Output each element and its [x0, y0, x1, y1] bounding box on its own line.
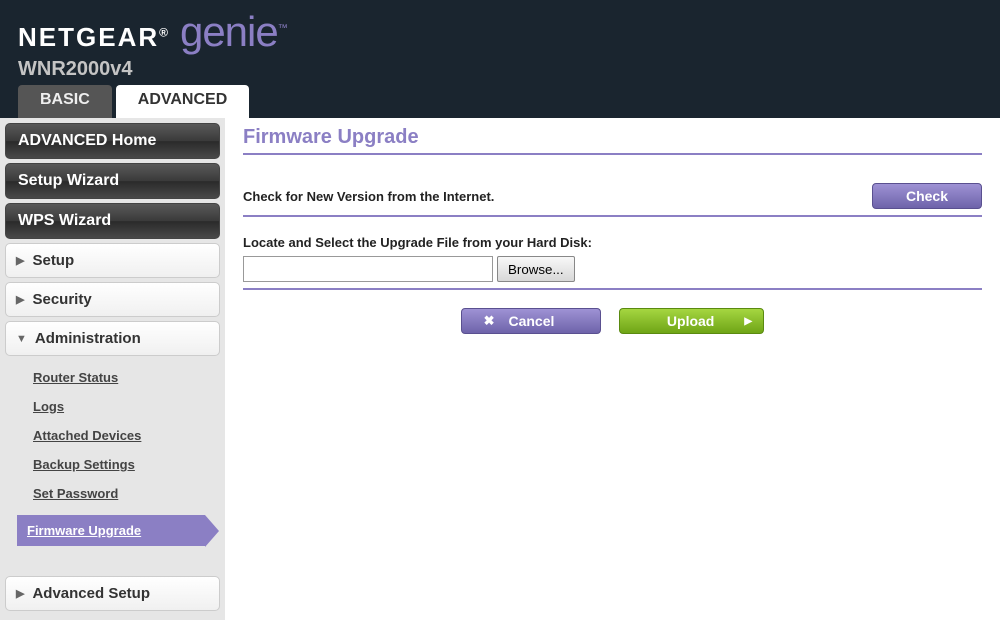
file-select-row: Browse...: [243, 256, 982, 282]
sidebar: ADVANCED Home Setup Wizard WPS Wizard ▶ …: [0, 118, 225, 620]
cancel-button-label: Cancel: [508, 313, 554, 329]
subnav-logs[interactable]: Logs: [33, 399, 220, 414]
subnav-firmware-upgrade[interactable]: Firmware Upgrade: [17, 515, 205, 546]
file-path-input[interactable]: [243, 256, 493, 282]
arrow-right-icon: ▶: [744, 316, 752, 327]
main-tabs: BASIC ADVANCED: [18, 85, 982, 118]
nav-administration-label: Administration: [35, 330, 141, 347]
cancel-button[interactable]: ✖ Cancel: [461, 308, 601, 334]
check-version-row: Check for New Version from the Internet.…: [243, 183, 982, 209]
upload-button[interactable]: Upload ▶: [619, 308, 764, 334]
body-wrap: ADVANCED Home Setup Wizard WPS Wizard ▶ …: [0, 118, 1000, 620]
subnav-attached-devices[interactable]: Attached Devices: [33, 428, 220, 443]
brand-genie: genie™: [180, 8, 287, 56]
nav-advanced-setup[interactable]: ▶ Advanced Setup: [5, 576, 220, 611]
locate-file-label: Locate and Select the Upgrade File from …: [243, 235, 982, 250]
nav-setup-wizard[interactable]: Setup Wizard: [5, 163, 220, 199]
nav-setup-label: Setup: [32, 252, 74, 269]
divider: [243, 153, 982, 155]
nav-security[interactable]: ▶ Security: [5, 282, 220, 317]
close-icon: ✖: [484, 313, 495, 329]
subnav-set-password[interactable]: Set Password: [33, 486, 220, 501]
browse-button[interactable]: Browse...: [497, 256, 575, 282]
chevron-right-icon: ▶: [16, 587, 24, 600]
brand-netgear: NETGEAR®: [18, 22, 170, 53]
nav-administration[interactable]: ▼ Administration: [5, 321, 220, 356]
check-button[interactable]: Check: [872, 183, 982, 209]
nav-advanced-home[interactable]: ADVANCED Home: [5, 123, 220, 159]
subnav-router-status[interactable]: Router Status: [33, 370, 220, 385]
model-number: WNR2000v4: [18, 56, 982, 85]
subnav-backup-settings[interactable]: Backup Settings: [33, 457, 220, 472]
upload-button-label: Upload: [667, 313, 714, 329]
chevron-right-icon: ▶: [16, 254, 24, 267]
main-content: Firmware Upgrade Check for New Version f…: [225, 118, 1000, 620]
divider: [243, 215, 982, 217]
chevron-right-icon: ▶: [16, 293, 24, 306]
page-title: Firmware Upgrade: [243, 126, 982, 149]
nav-advanced-setup-label: Advanced Setup: [32, 585, 150, 602]
chevron-down-icon: ▼: [16, 333, 27, 345]
brand-row: NETGEAR® genie™: [18, 8, 982, 56]
tab-advanced[interactable]: ADVANCED: [116, 85, 249, 118]
nav-setup[interactable]: ▶ Setup: [5, 243, 220, 278]
divider: [243, 288, 982, 290]
header-bar: NETGEAR® genie™ WNR2000v4 BASIC ADVANCED: [0, 0, 1000, 118]
tab-basic[interactable]: BASIC: [18, 85, 112, 118]
check-version-label: Check for New Version from the Internet.: [243, 189, 494, 204]
subnav-administration: Router Status Logs Attached Devices Back…: [5, 360, 220, 576]
nav-security-label: Security: [32, 291, 91, 308]
nav-wps-wizard[interactable]: WPS Wizard: [5, 203, 220, 239]
action-row: ✖ Cancel Upload ▶: [243, 308, 982, 334]
